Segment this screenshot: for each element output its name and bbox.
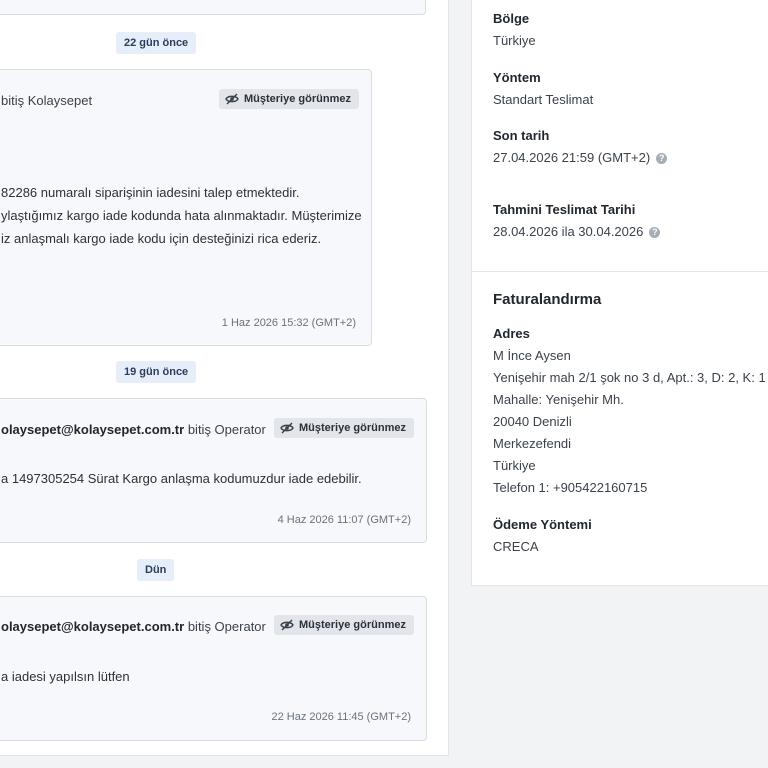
region-label: Bölge (493, 11, 530, 26)
address-line: 20040 Denizli (493, 414, 572, 429)
message-card: olaysepet@kolaysepet.com.tr bitiş Operat… (0, 596, 427, 741)
billing-section-title: Faturalandırma (493, 291, 602, 308)
address-line: Merkezefendi (493, 436, 572, 451)
deadline-value: 27.04.2026 21:59 (GMT+2)? (493, 150, 668, 165)
date-separator: 19 gün önce (116, 361, 197, 383)
eye-slash-icon (280, 619, 294, 631)
region-value: Türkiye (493, 33, 536, 48)
method-value: Standart Teslimat (493, 92, 594, 107)
eye-slash-icon (225, 93, 239, 105)
message-sender: olaysepet@kolaysepet.com.tr bitiş Operat… (1, 422, 266, 437)
address-line: Yenişehir mah 2/1 şok no 3 d, Apt.: 3, D… (493, 370, 766, 385)
question-circle-icon[interactable]: ? (649, 227, 661, 238)
message-timestamp: 1 Haz 2026 15:32 (GMT+2) (221, 317, 356, 329)
estimated-delivery-value: 28.04.2026 ila 30.04.2026? (493, 224, 661, 239)
address-line: M İnce Aysen (493, 348, 571, 363)
message-text: a 1497305254 Sürat Kargo anlaşma kodumuz… (1, 471, 362, 486)
deadline-label: Son tarih (493, 128, 550, 143)
method-label: Yöntem (493, 70, 541, 85)
address-label: Adres (493, 326, 530, 341)
address-line: Mahalle: Yenişehir Mh. (493, 392, 624, 407)
eye-slash-icon (280, 422, 294, 434)
message-timestamp: 4 Haz 2026 11:07 (GMT+2) (277, 514, 411, 526)
message-sender: olaysepet@kolaysepet.com.tr bitiş Operat… (1, 619, 266, 634)
message-card: olaysepet@kolaysepet.com.tr bitiş Operat… (0, 398, 427, 543)
hidden-from-customer-badge: Müşteriye görünmez (274, 615, 414, 635)
section-divider (471, 271, 768, 272)
message-text: iz anlaşmalı kargo iade kodu için desteğ… (1, 231, 322, 246)
date-separator: Dün (137, 559, 175, 581)
payment-method-label: Ödeme Yöntemi (493, 517, 592, 532)
message-text: 82286 numaralı siparişinin iadesini tale… (1, 185, 300, 200)
date-separator: 22 gün önce (116, 32, 197, 54)
previous-message-card (0, 0, 426, 15)
message-text: a iadesi yapılsın lütfen (1, 669, 130, 684)
payment-method-value: CRECA (493, 539, 539, 554)
message-sender: bitiş Kolaysepet (1, 93, 93, 108)
hidden-from-customer-badge: Müşteriye görünmez (274, 418, 414, 438)
estimated-delivery-label: Tahmini Teslimat Tarihi (493, 202, 636, 217)
hidden-from-customer-badge: Müşteriye görünmez (219, 89, 359, 109)
message-text: ylaştığımız kargo iade kodunda hata alın… (1, 208, 362, 223)
question-circle-icon[interactable]: ? (656, 153, 668, 164)
message-card: bitiş Kolaysepet Müşteriye görünmez 8228… (0, 69, 372, 346)
phone-line: Telefon 1: +905422160715 (493, 480, 648, 495)
message-timestamp: 22 Haz 2026 11:45 (GMT+2) (271, 711, 411, 723)
address-line: Türkiye (493, 458, 536, 473)
